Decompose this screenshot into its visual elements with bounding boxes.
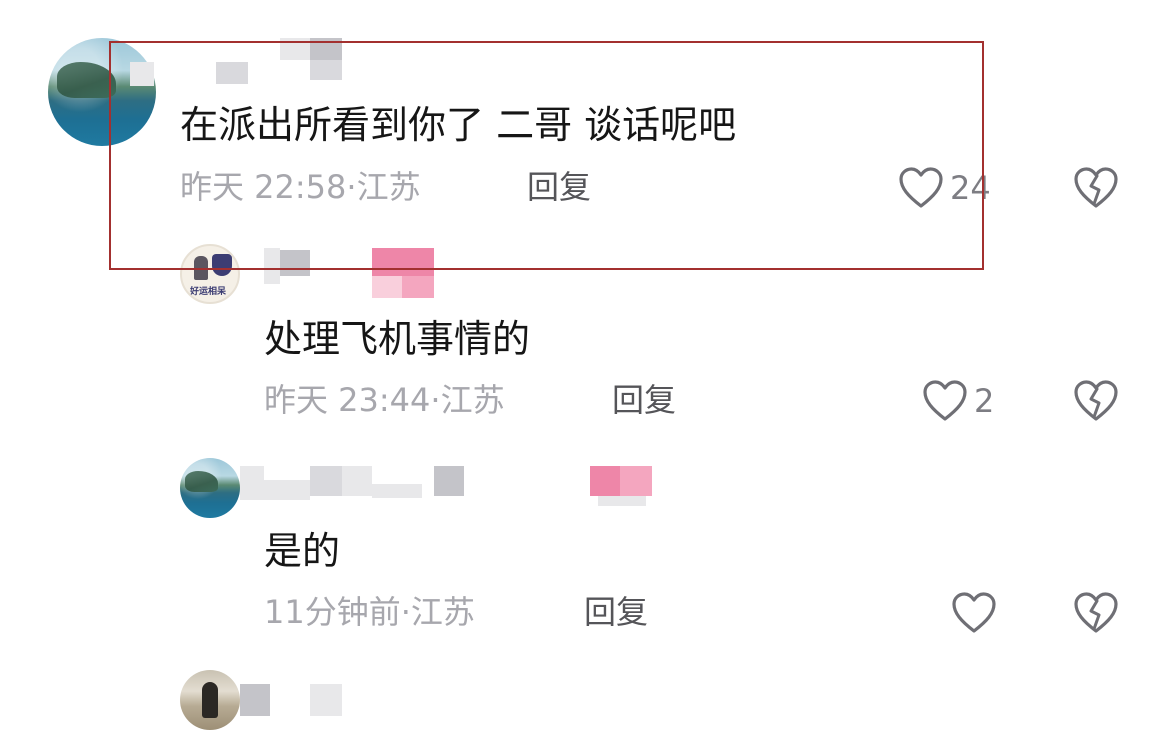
avatar[interactable] — [180, 458, 240, 518]
meta-separator: · — [400, 593, 411, 631]
heart-outline-icon — [899, 167, 943, 208]
reply-button[interactable]: 回复 — [527, 171, 591, 203]
comment-time: 昨天 22:58 — [180, 168, 347, 206]
reply-button[interactable]: 回复 — [612, 384, 676, 416]
avatar-shield — [212, 254, 232, 276]
like-button[interactable]: 2 — [922, 379, 994, 423]
broken-heart-icon[interactable] — [1073, 166, 1119, 210]
comment-text: 处理飞机事情的 — [264, 317, 531, 361]
comment-text: 在派出所看到你了 二哥 谈话呢吧 — [180, 103, 737, 147]
comment-meta: 昨天 22:58·江苏 — [180, 171, 421, 203]
comment-location: 江苏 — [356, 168, 421, 206]
avatar[interactable] — [48, 38, 156, 146]
avatar-tag: 好运相呆 — [190, 287, 227, 297]
heart-outline-icon — [952, 592, 996, 633]
broken-heart-icon[interactable] — [1073, 379, 1119, 423]
like-count: 24 — [950, 169, 991, 207]
comment-meta: 昨天 23:44·江苏 — [264, 384, 505, 416]
comment-time: 昨天 23:44 — [264, 381, 431, 419]
avatar-figure — [194, 256, 208, 280]
comment-meta: 11分钟前·江苏 — [264, 596, 475, 628]
avatar[interactable]: 好运相呆 — [180, 244, 240, 304]
comment-location: 江苏 — [410, 593, 475, 631]
comment-text: 是的 — [264, 529, 341, 573]
comment-location: 江苏 — [440, 381, 505, 419]
meta-separator: · — [430, 381, 441, 419]
meta-separator: · — [346, 168, 357, 206]
avatar[interactable] — [180, 670, 240, 730]
comment-time: 11分钟前 — [264, 593, 401, 631]
heart-outline-icon — [923, 380, 967, 421]
like-button[interactable]: 24 — [898, 166, 991, 210]
like-count: 2 — [974, 382, 995, 420]
broken-heart-icon[interactable] — [1073, 591, 1119, 635]
reply-button[interactable]: 回复 — [584, 596, 648, 628]
like-button[interactable] — [951, 591, 997, 635]
